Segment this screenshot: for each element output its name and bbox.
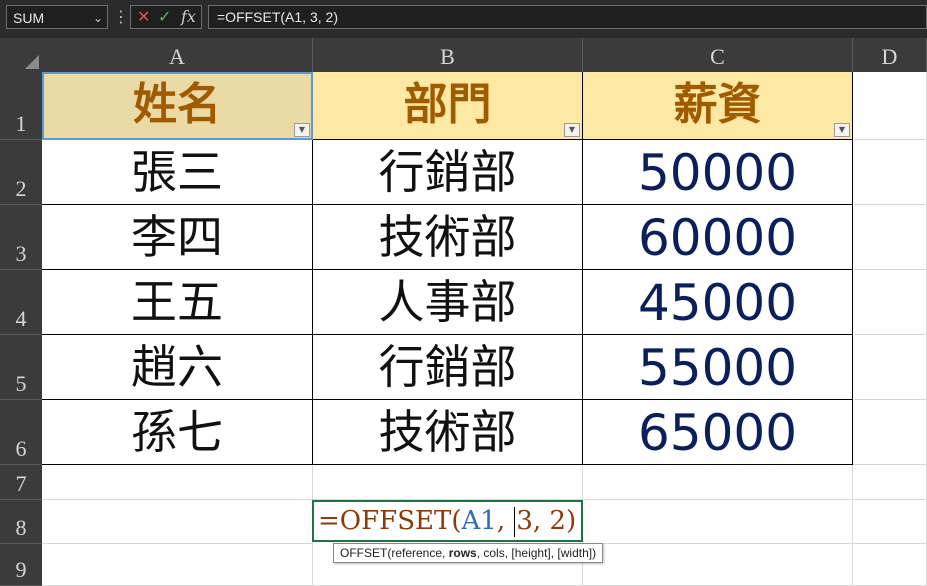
insert-function-icon[interactable]: fx [181, 6, 196, 28]
cell-a3[interactable]: 李四 [42, 205, 313, 270]
cell-a7[interactable] [42, 465, 313, 500]
column-header-d[interactable]: D [853, 38, 927, 72]
cell-c4[interactable]: 45000 [583, 270, 853, 335]
column-header-c[interactable]: C [583, 38, 853, 72]
cell-a2[interactable]: 張三 [42, 140, 313, 205]
cell-d8[interactable] [853, 500, 927, 544]
row-header-8[interactable]: 8 [0, 500, 42, 544]
cell-b7[interactable] [313, 465, 583, 500]
row-header-1[interactable]: 1 [0, 72, 42, 140]
cell-d6[interactable] [853, 400, 927, 465]
cell-b1[interactable]: 部門 ▼ [313, 72, 583, 140]
more-options-icon[interactable]: ⋮ [113, 8, 129, 26]
filter-dropdown-icon[interactable]: ▼ [564, 123, 580, 137]
row-header-4[interactable]: 4 [0, 270, 42, 335]
cell-b5[interactable]: 行銷部 [313, 335, 583, 400]
name-box-value: SUM [13, 10, 45, 26]
cell-d2[interactable] [853, 140, 927, 205]
cell-a5[interactable]: 趙六 [42, 335, 313, 400]
column-header-a[interactable]: A [42, 38, 313, 72]
cell-c8[interactable] [583, 500, 853, 544]
filter-dropdown-icon[interactable]: ▼ [294, 123, 310, 137]
cell-c2[interactable]: 50000 [583, 140, 853, 205]
formula-actions: ✕ ✓ fx [130, 5, 202, 29]
cell-b3[interactable]: 技術部 [313, 205, 583, 270]
chevron-down-icon[interactable]: ⌄ [93, 6, 103, 30]
enter-icon[interactable]: ✓ [158, 6, 171, 28]
select-all-button[interactable] [0, 38, 42, 72]
row-header-9[interactable]: 9 [0, 544, 42, 586]
name-box[interactable]: SUM ⌄ [6, 5, 108, 29]
filter-dropdown-icon[interactable]: ▼ [834, 123, 850, 137]
cell-d5[interactable] [853, 335, 927, 400]
cell-c5[interactable]: 55000 [583, 335, 853, 400]
row-header-2[interactable]: 2 [0, 140, 42, 205]
cell-b6[interactable]: 技術部 [313, 400, 583, 465]
cell-b2[interactable]: 行銷部 [313, 140, 583, 205]
cell-c7[interactable] [583, 465, 853, 500]
row-header-5[interactable]: 5 [0, 335, 42, 400]
cell-a1[interactable]: 姓名 ▼ [42, 72, 313, 140]
cell-d7[interactable] [853, 465, 927, 500]
formula-bar: SUM ⌄ ⋮ ✕ ✓ fx =OFFSET(A1, 3, 2) [0, 0, 927, 36]
cell-d3[interactable] [853, 205, 927, 270]
function-name: OFFSET [339, 506, 452, 536]
cell-a4[interactable]: 王五 [42, 270, 313, 335]
cell-d1[interactable] [853, 72, 927, 140]
row-header-7[interactable]: 7 [0, 465, 42, 500]
reference-argument: A1 [461, 506, 497, 536]
row-header-6[interactable]: 6 [0, 400, 42, 465]
cell-c6[interactable]: 65000 [583, 400, 853, 465]
cancel-icon[interactable]: ✕ [137, 6, 150, 28]
row-header-3[interactable]: 3 [0, 205, 42, 270]
active-cell-editor[interactable]: =OFFSET(A1, 3, 2) [312, 500, 583, 542]
cell-b4[interactable]: 人事部 [313, 270, 583, 335]
cell-c1[interactable]: 薪資 ▼ [583, 72, 853, 140]
cell-d4[interactable] [853, 270, 927, 335]
cell-a8[interactable] [42, 500, 313, 544]
header-salary: 薪資 [673, 79, 762, 130]
function-signature-tooltip[interactable]: OFFSET(reference, rows, cols, [height], … [333, 543, 604, 563]
header-department: 部門 [403, 79, 492, 130]
cell-a6[interactable]: 孫七 [42, 400, 313, 465]
column-header-b[interactable]: B [313, 38, 583, 72]
current-argument: rows [448, 546, 477, 560]
cell-a9[interactable] [42, 544, 313, 586]
cell-c9[interactable] [583, 544, 853, 586]
header-name: 姓名 [133, 79, 221, 130]
formula-input[interactable]: =OFFSET(A1, 3, 2) [208, 5, 927, 29]
cell-c3[interactable]: 60000 [583, 205, 853, 270]
cell-d9[interactable] [853, 544, 927, 586]
